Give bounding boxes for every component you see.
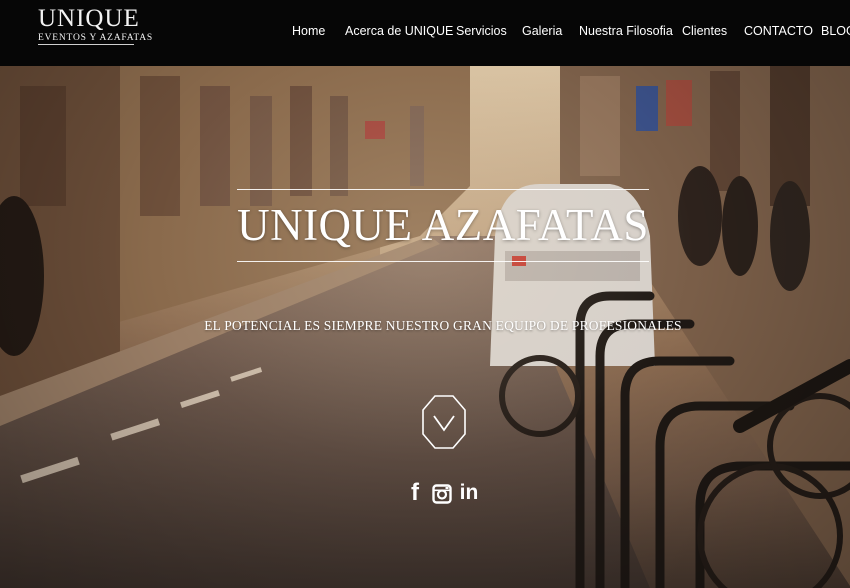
scroll-down-button[interactable] <box>421 394 467 450</box>
facebook-icon[interactable]: f <box>404 480 426 506</box>
linkedin-icon[interactable]: in <box>458 480 480 506</box>
nav-item-acerca[interactable]: Acerca de UNIQUE <box>345 24 453 38</box>
instagram-glyph <box>432 484 452 504</box>
hero-title-frame: UNIQUE AZAFATAS <box>237 189 649 262</box>
nav-item-clientes[interactable]: Clientes <box>682 24 727 38</box>
chevron-down-octagon-icon <box>422 395 466 449</box>
nav-item-blog[interactable]: BLOG <box>821 24 850 38</box>
logo-title: UNIQUE <box>38 5 140 32</box>
logo-subtitle: EVENTOS Y AZAFATAS <box>38 33 153 45</box>
nav-item-galeria[interactable]: Galeria <box>522 24 562 38</box>
instagram-icon[interactable] <box>431 480 453 506</box>
top-navigation-bar: UNIQUE EVENTOS Y AZAFATAS Home Acerca de… <box>0 0 850 66</box>
nav-item-servicios[interactable]: Servicios <box>456 24 507 38</box>
nav-item-filosofia[interactable]: Nuestra Filosofia <box>579 24 673 38</box>
site-logo[interactable]: UNIQUE EVENTOS Y AZAFATAS <box>38 5 153 45</box>
hero-title: UNIQUE AZAFATAS <box>237 200 649 250</box>
nav-item-home[interactable]: Home <box>292 24 325 38</box>
hero-tagline: EL POTENCIAL ES SIEMPRE NUESTRO GRAN EQU… <box>204 318 682 333</box>
nav-item-contacto[interactable]: CONTACTO <box>744 24 813 38</box>
hero-section: UNIQUE AZAFATAS EL POTENCIAL ES SIEMPRE … <box>0 66 850 588</box>
